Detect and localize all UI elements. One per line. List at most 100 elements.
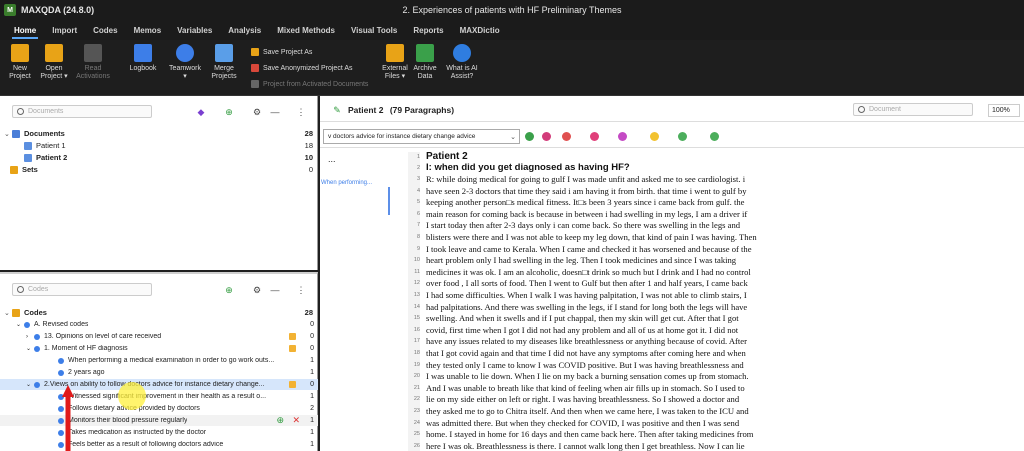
code-row[interactable]: Feels better as a result of following do…: [0, 439, 318, 450]
new-code-icon[interactable]: ⊕: [224, 285, 234, 295]
smiley-icon[interactable]: [650, 132, 659, 141]
code-row[interactable]: 2 years ago 1: [0, 367, 318, 378]
code-row[interactable]: ⌄ A. Revised codes 0: [0, 319, 318, 330]
document-paragraph-line[interactable]: I had some difficulties. When I walk I w…: [426, 290, 747, 300]
zoom-select[interactable]: 100%: [988, 104, 1020, 117]
coding-stripe[interactable]: [388, 187, 390, 215]
more-icon[interactable]: ⋮: [296, 107, 306, 117]
tab-reports[interactable]: Reports: [405, 26, 451, 40]
redo-coding-icon[interactable]: [710, 132, 719, 141]
document-paragraph-line[interactable]: blisters were there and I was not able t…: [426, 232, 757, 242]
code-selection-icon[interactable]: [525, 132, 534, 141]
sets-root[interactable]: Sets: [10, 164, 38, 175]
tab-maxdictio[interactable]: MAXDictio: [452, 26, 508, 40]
more-icon[interactable]: ...: [328, 154, 336, 164]
save-project-as-button[interactable]: Save Project As: [251, 46, 312, 58]
color-code-icon[interactable]: [618, 132, 627, 141]
tab-analysis[interactable]: Analysis: [220, 26, 269, 40]
highlight-code-icon[interactable]: [562, 132, 571, 141]
document-paragraph-line[interactable]: over food , I all sorts of food. Then I …: [426, 278, 748, 288]
open-project-button[interactable]: Open Project ▾: [34, 44, 74, 81]
document-paragraph-line[interactable]: Patient 2: [426, 152, 468, 162]
memo-icon[interactable]: [289, 381, 296, 388]
document-search-input[interactable]: Document: [853, 103, 973, 116]
delete-icon[interactable]: ✕: [292, 415, 300, 426]
activate-icon[interactable]: ◆: [196, 107, 206, 117]
chevron-down-icon[interactable]: ⌄: [26, 345, 34, 352]
code-row-selected[interactable]: ⌄ 2.Views on ability to follow doctors a…: [0, 379, 318, 390]
document-paragraph-line[interactable]: R: while doing medical for going to gulf…: [426, 174, 745, 184]
document-paragraph-line[interactable]: swelling. And when it swells and if I pu…: [426, 313, 739, 323]
tab-import[interactable]: Import: [44, 26, 85, 40]
code-in-vivo-icon[interactable]: [542, 132, 551, 141]
save-anonymized-button[interactable]: Save Anonymized Project As: [251, 62, 353, 74]
document-paragraph-line[interactable]: lie on my side either on left or right. …: [426, 394, 739, 404]
gear-icon[interactable]: ⚙: [252, 107, 262, 117]
read-activations-button[interactable]: Read Activations: [72, 44, 114, 81]
edit-document-icon[interactable]: ✎: [332, 105, 342, 115]
chevron-right-icon[interactable]: ›: [26, 334, 34, 340]
document-item[interactable]: Patient 1: [24, 140, 66, 151]
archive-data-button[interactable]: Archive Data: [405, 44, 445, 81]
minimize-icon[interactable]: —: [270, 107, 280, 117]
document-paragraph-line[interactable]: home. I stayed in home for 16 days and t…: [426, 429, 753, 439]
document-item[interactable]: Patient 2: [24, 152, 67, 163]
document-paragraph-line[interactable]: I took leave and came to Kerala. When I …: [426, 244, 752, 254]
tab-visual-tools[interactable]: Visual Tools: [343, 26, 405, 40]
document-paragraph-line[interactable]: covid, first time when I got I did not h…: [426, 325, 738, 335]
undo-coding-icon[interactable]: [678, 132, 687, 141]
gear-icon[interactable]: ⚙: [252, 285, 262, 295]
document-paragraph-line[interactable]: here I was ok. Breathlessness is there. …: [426, 441, 745, 451]
document-paragraph-line[interactable]: I start today then after 2-3 days only i…: [426, 220, 740, 230]
tab-memos[interactable]: Memos: [126, 26, 170, 40]
documents-search-input[interactable]: Documents: [12, 105, 152, 118]
tab-mixed-methods[interactable]: Mixed Methods: [269, 26, 343, 40]
tab-home[interactable]: Home: [6, 26, 44, 40]
documents-root[interactable]: ⌄ Documents: [4, 128, 65, 139]
code-row[interactable]: Follows dietary advice provided by docto…: [0, 403, 318, 414]
codes-search-input[interactable]: Codes: [12, 283, 152, 296]
chevron-down-icon[interactable]: ⌄: [16, 321, 24, 328]
document-paragraph-line[interactable]: medicines it was ok. I am an alcoholic, …: [426, 267, 751, 277]
chevron-down-icon[interactable]: ⌄: [4, 309, 12, 317]
code-select[interactable]: v doctors advice for instance dietary ch…: [323, 129, 520, 144]
merge-projects-button[interactable]: Merge Projects: [204, 44, 244, 81]
coding-stripe-label[interactable]: When performing...: [321, 180, 372, 186]
document-paragraph-line[interactable]: I: when did you get diagnosed as having …: [426, 163, 630, 173]
document-paragraph-line[interactable]: they asked me to go to Chitra itself. An…: [426, 406, 749, 416]
document-paragraph-line[interactable]: main reason for coming back is because i…: [426, 209, 747, 219]
code-row[interactable]: Takes medication as instructed by the do…: [0, 427, 318, 438]
memo-icon[interactable]: [289, 333, 296, 340]
tab-codes[interactable]: Codes: [85, 26, 125, 40]
teamwork-button[interactable]: Teamwork ▾: [165, 44, 205, 81]
minimize-icon[interactable]: —: [270, 285, 280, 295]
tab-variables[interactable]: Variables: [169, 26, 220, 40]
code-row[interactable]: Witnessed significant improvement in the…: [0, 391, 318, 402]
document-paragraph-line[interactable]: have any issues related to my diseases l…: [426, 336, 747, 346]
ai-assist-button[interactable]: What is AI Assist?: [440, 44, 484, 81]
document-paragraph-line[interactable]: I was unable to lie down. When I lie on …: [426, 371, 749, 381]
codes-root[interactable]: ⌄ Codes: [4, 307, 47, 318]
document-paragraph-line[interactable]: had palpitations. And there was swelling…: [426, 302, 747, 312]
code-row[interactable]: ⌄ 1. Moment of HF diagnosis 0: [0, 343, 318, 354]
emoticode-icon[interactable]: [590, 132, 599, 141]
document-paragraph-line[interactable]: that I got covid again and that time I d…: [426, 348, 746, 358]
chevron-down-icon[interactable]: ⌄: [26, 381, 34, 388]
document-paragraph-line[interactable]: keeping another person□s medical fitness…: [426, 197, 744, 207]
project-from-activated-button[interactable]: Project from Activated Documents: [251, 78, 368, 90]
code-row[interactable]: Monitors their blood pressure regularly …: [0, 415, 318, 426]
code-row[interactable]: When performing a medical examination in…: [0, 355, 318, 366]
document-paragraph-line[interactable]: they tested only I came to know I was CO…: [426, 360, 744, 370]
code-row[interactable]: › 13. Opinions on level of care received…: [0, 331, 318, 342]
chevron-down-icon[interactable]: ⌄: [4, 130, 12, 138]
logbook-button[interactable]: Logbook: [123, 44, 163, 73]
document-paragraph-line[interactable]: was admitted there. But when they checke…: [426, 418, 739, 428]
add-subcode-icon[interactable]: ⊕: [276, 415, 284, 426]
add-document-icon[interactable]: ⊕: [224, 107, 234, 117]
ribbon-tabs: Home Import Codes Memos Variables Analys…: [0, 20, 1024, 40]
more-icon[interactable]: ⋮: [296, 285, 306, 295]
document-paragraph-line[interactable]: heart problem only I had swelling in the…: [426, 255, 736, 265]
document-paragraph-line[interactable]: And I was unable to breath like that kin…: [426, 383, 745, 393]
document-paragraph-line[interactable]: have seen 2-3 doctors that time they sai…: [426, 186, 747, 196]
memo-icon[interactable]: [289, 345, 296, 352]
